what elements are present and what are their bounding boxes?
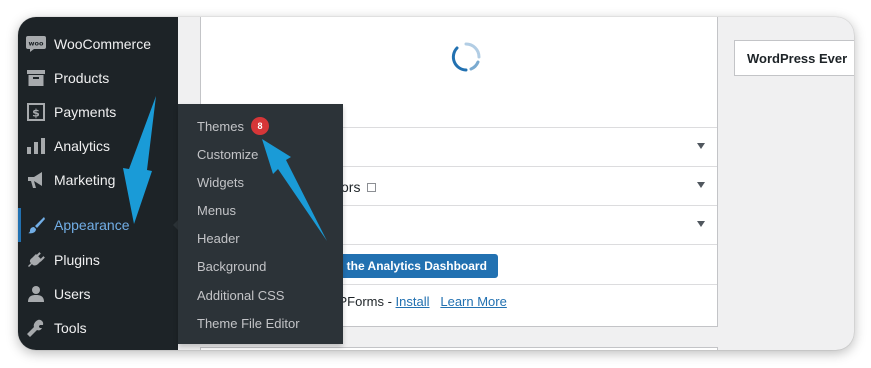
products-icon xyxy=(26,68,46,88)
marketing-icon xyxy=(26,170,46,190)
sidebar-item-label: Payments xyxy=(54,104,117,120)
sidebar-item-users[interactable]: Users xyxy=(18,277,178,311)
submenu-item-label: Background xyxy=(197,258,267,274)
submenu-item-additional-css[interactable]: Additional CSS xyxy=(178,281,343,309)
loading-spinner-icon xyxy=(451,42,481,72)
users-icon xyxy=(26,284,46,304)
sidebar-item-analytics[interactable]: Analytics xyxy=(18,129,178,163)
sidebar-item-appearance[interactable]: Appearance xyxy=(18,208,179,242)
sidebar-item-products[interactable]: Products xyxy=(18,61,178,95)
expand-triangle-icon[interactable] xyxy=(697,182,705,188)
submenu-item-label: Theme File Editor xyxy=(197,315,300,331)
expand-triangle-icon[interactable] xyxy=(697,143,705,149)
submenu-item-label: Header xyxy=(197,230,240,246)
submenu-item-widgets[interactable]: Widgets xyxy=(178,168,343,196)
submenu-item-label: Additional CSS xyxy=(197,287,285,303)
appearance-brush-icon xyxy=(26,215,46,235)
plugins-icon xyxy=(26,250,46,270)
submenu-item-menus[interactable]: Menus xyxy=(178,196,343,224)
svg-text:woo: woo xyxy=(29,40,44,48)
submenu-item-label: Themes xyxy=(197,118,244,134)
wpforms-notice: : WPForms - Install Learn More xyxy=(319,294,507,309)
appearance-submenu: Themes 8 Customize Widgets Menus Header … xyxy=(178,104,343,344)
submenu-item-header[interactable]: Header xyxy=(178,224,343,252)
sidebar-item-label: Plugins xyxy=(54,252,100,268)
admin-sidebar: woo WooCommerce Products $ Payments Anal… xyxy=(18,17,179,350)
submenu-item-background[interactable]: Background xyxy=(178,252,343,280)
sidebar-item-plugins[interactable]: Plugins xyxy=(18,243,178,277)
sidebar-item-label: Analytics xyxy=(54,138,111,154)
submenu-item-themes[interactable]: Themes 8 xyxy=(178,112,343,140)
sidebar-item-label: Users xyxy=(54,286,91,302)
sidebar-item-label: Products xyxy=(54,70,110,86)
svg-text:$: $ xyxy=(32,107,40,120)
learn-more-link[interactable]: Learn More xyxy=(440,294,506,309)
sidebar-item-label: WooCommerce xyxy=(54,36,151,52)
events-widget-title: WordPress Ever xyxy=(747,51,848,66)
submenu-item-label: Customize xyxy=(197,146,259,162)
payments-icon: $ xyxy=(26,102,46,122)
sidebar-item-label: Appearance xyxy=(54,217,130,233)
current-item-indicator xyxy=(18,208,21,242)
sidebar-item-label: Marketing xyxy=(54,172,116,188)
sidebar-item-payments[interactable]: $ Payments xyxy=(18,95,178,129)
submenu-item-theme-file-editor[interactable]: Theme File Editor xyxy=(178,309,343,337)
sidebar-item-woocommerce[interactable]: woo WooCommerce xyxy=(18,27,178,61)
submenu-item-customize[interactable]: Customize xyxy=(178,140,343,168)
install-link[interactable]: Install xyxy=(396,294,430,309)
wordpress-events-widget[interactable]: WordPress Ever xyxy=(734,40,854,76)
sidebar-item-marketing[interactable]: Marketing xyxy=(18,163,178,197)
analytics-icon xyxy=(26,136,46,156)
tools-wrench-icon xyxy=(26,318,46,338)
submenu-item-label: Widgets xyxy=(197,174,244,190)
update-count-badge: 8 xyxy=(251,117,269,135)
next-widget-panel xyxy=(200,347,718,350)
row-checkbox[interactable] xyxy=(367,183,377,192)
submenu-item-label: Menus xyxy=(197,202,237,218)
sidebar-item-tools[interactable]: Tools xyxy=(18,311,178,345)
analytics-dashboard-button[interactable]: to the Analytics Dashboard xyxy=(327,254,498,278)
woocommerce-icon: woo xyxy=(26,34,46,54)
expand-triangle-icon[interactable] xyxy=(697,221,705,227)
screenshot-frame: sitors to the Analytics Dashboard : WPFo… xyxy=(18,17,854,350)
sidebar-item-label: Tools xyxy=(54,320,87,336)
